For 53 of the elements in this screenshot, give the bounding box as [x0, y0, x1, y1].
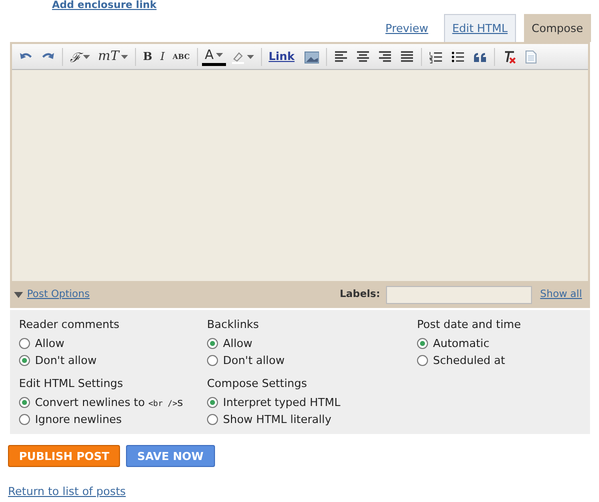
radio-button[interactable] [19, 397, 30, 408]
radio-button[interactable] [19, 355, 30, 366]
font-menu-button[interactable]: ℱ [67, 46, 93, 66]
editor-tab[interactable]: Compose [524, 14, 591, 42]
caret-icon [83, 54, 90, 58]
return-link[interactable]: Return to list of posts [8, 485, 126, 498]
option-label: Don't allow [35, 354, 97, 367]
labels-field[interactable] [386, 286, 532, 304]
option-label: Automatic [433, 337, 490, 350]
add-enclosure-link[interactable]: Add enclosure link [52, 0, 157, 12]
group-title: Post date and time [417, 318, 522, 331]
bold-button[interactable]: B [140, 46, 156, 66]
caret-icon [216, 53, 223, 57]
numbered-list-icon [428, 50, 443, 64]
option-label: Don't allow [223, 354, 285, 367]
post-options-link[interactable]: Post Options [27, 289, 90, 300]
caret-icon [121, 54, 128, 58]
italic-button[interactable]: I [157, 46, 168, 66]
group-title: Reader comments [19, 318, 120, 331]
group-title: Backlinks [207, 318, 260, 331]
font-menu-button[interactable]: тT [95, 46, 131, 66]
show-all-link[interactable]: Show all [540, 289, 582, 300]
image-icon [302, 50, 319, 64]
option-label: Show HTML literally [223, 413, 332, 426]
radio-button[interactable] [19, 338, 30, 349]
option-label: Ignore newlines [35, 413, 122, 426]
editor-tab[interactable]: Edit HTML [444, 14, 516, 42]
radio-button[interactable] [207, 338, 218, 349]
radio-button[interactable] [19, 414, 30, 425]
align-center-icon [356, 50, 370, 64]
option-label: Allow [223, 337, 252, 350]
highlighter-icon [230, 50, 245, 64]
page-icon [524, 50, 538, 64]
radio-button[interactable] [417, 338, 428, 349]
radio-button[interactable] [207, 397, 218, 408]
option-label: Interpret typed HTML [223, 396, 340, 409]
labels-label: Labels: [340, 289, 380, 300]
caret-icon [246, 54, 254, 58]
group-title: Compose Settings [207, 377, 308, 390]
radio-button[interactable] [207, 355, 218, 366]
option-label: Convert newlines to <br />s [35, 396, 183, 409]
group-title: Edit HTML Settings [19, 377, 124, 390]
radio-button[interactable] [417, 355, 428, 366]
align-left-icon [334, 50, 348, 64]
text-color-button[interactable]: A [202, 48, 226, 66]
preview-link[interactable]: Preview [385, 22, 428, 35]
option-label: Scheduled at [433, 354, 506, 367]
radio-button[interactable] [207, 414, 218, 425]
align-right-icon [378, 50, 392, 64]
option-label: Allow [35, 337, 64, 350]
bulleted-list-icon [450, 50, 465, 64]
justify-icon [400, 50, 414, 64]
link-button[interactable]: Link [266, 46, 298, 66]
